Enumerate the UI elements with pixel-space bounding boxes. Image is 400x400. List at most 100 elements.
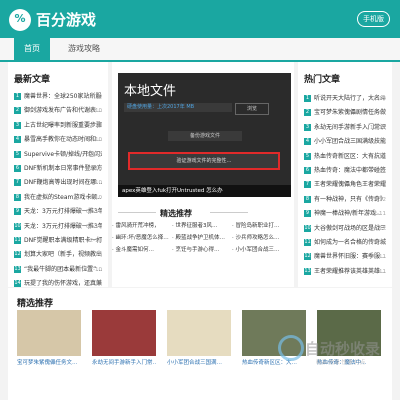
site-header: % 百分游戏 手机版 [0,0,400,38]
article-date: 12-11 [370,239,386,246]
article-date: 12-11 [370,167,386,174]
article-date: 02-10 [86,137,102,144]
rank-badge: 6 [14,164,21,172]
article-date: 02-10 [86,94,102,100]
article-item[interactable]: 5热血传奇新区区：大有抗道原…12-11 [304,150,386,164]
article-item[interactable]: 13 “我最牛脚的团本最新位置”… 02-10 [14,263,102,277]
recommend-link[interactable]: · 烹饪与手游心得… [172,245,232,253]
article-item[interactable]: 10 大谷傲剑可战场的区是战三… 12-12 [304,222,386,236]
card-thumbnail[interactable] [167,310,231,356]
featured-screenshot[interactable]: 本地文件 硬盘使用量：上次2017年 MB 浏览 备份游戏文件 验证游戏文件的完… [118,73,291,197]
card-thumbnail[interactable] [92,310,156,356]
article-item[interactable]: 6 DNF新机制本日常事件登录方… 02-10 [14,162,102,176]
article-date: 12-11 [370,182,386,189]
rank-badge: 9 [14,208,21,216]
rank-badge: 4 [304,138,311,146]
article-item[interactable]: 4 暴雪高手教你在动态时间和… 02-10 [14,133,102,147]
mobile-version-button[interactable]: 手机版 [357,11,390,27]
article-item[interactable]: 5Supervive卡顿/掉线/开包闪退…02-10 [14,148,102,162]
article-date: 12-11 [370,211,386,218]
article-item[interactable]: 8 有一种战神，只有《传奇》… 12-12 [304,193,386,207]
article-item[interactable]: 12 魔兽世界怀旧服：赛季服… 12-11 [304,250,386,264]
tab-home[interactable]: 首页 [14,38,50,60]
site-logo[interactable]: % [9,9,31,31]
recommend-link[interactable]: · 幽环:坏/恶魔怎么择… [112,233,172,241]
article-item[interactable]: 11 DNF觉醒职本满级精职卡一打… 02-10 [14,234,102,248]
card-caption[interactable]: 宝可梦朱紫傀儡任务文… [17,358,81,366]
recommend-link[interactable]: · 殿蓝战争护卫机体… [172,233,232,241]
article-date: 12-11 [370,268,386,275]
article-item[interactable]: 10 天龙：3万元打排爆破一推3年… 02-10 [14,220,102,234]
rank-badge: 10 [304,224,311,232]
recommend-link[interactable]: · 金斗魔需如何… [112,245,172,253]
watermark-text: 自动秒收录 [305,340,381,358]
rank-badge: 8 [304,195,311,203]
article-item[interactable]: 2 宝可梦朱紫傀儡剧情任务做… 12-11 [304,106,386,120]
hot-articles-panel: 热门文章 1听说开天大陆行了，大名斗公…12-122宝可梦朱紫傀儡剧情任务做…1… [298,62,392,287]
screenshot-window-title: 本地文件 [124,84,177,99]
article-date: 02-10 [86,122,102,129]
recommend-card[interactable]: 小小军团合战三国满… [167,310,231,370]
recommend-link[interactable]: · 沙兵师攻略怎么… [232,233,292,241]
card-thumbnail[interactable] [17,310,81,356]
rank-badge: 3 [304,123,311,131]
article-item[interactable]: 7 DNF鞭炮高等出现时间在哪… 02-10 [14,176,102,190]
divider [118,212,156,213]
article-date: 02-10 [86,223,102,230]
rank-badge: 9 [304,210,311,218]
article-date: 02-10 [86,194,102,201]
article-item[interactable]: 11 如何成为一名合格的传奇城… 12-11 [304,236,386,250]
recommend-link[interactable]: · 雷风骑开荒冲榜， [112,221,172,229]
rank-badge: 7 [304,181,311,189]
recommend-link[interactable]: · 世界征服者3风… [172,221,232,229]
rank-badge: 8 [14,193,21,201]
article-date: 12-12 [370,225,386,232]
article-item[interactable]: 8 我在虚拟的Steam游戏卡顿… 02-10 [14,191,102,205]
article-item[interactable]: 3 上古世纪曝率到新服重要步骤… 02-10 [14,119,102,133]
screenshot-browse-button: 浏览 [235,103,269,115]
article-item[interactable]: 13 王者荣耀推荐该英雄英雄… 12-11 [304,265,386,279]
article-item[interactable]: 7 王者荣耀傀儡角色王者荣耀… 12-11 [304,178,386,192]
recommend-card[interactable]: 宝可梦朱紫傀儡任务文… [17,310,81,370]
latest-articles-title: 最新文章 [14,75,51,85]
main-nav: 首页 游戏攻略 [0,38,400,62]
article-date: 02-10 [86,237,102,244]
card-caption[interactable]: 永劫无间手游新手入门常… [92,358,156,366]
card-caption[interactable]: 小小军团合战三国满… [167,358,231,366]
site-name[interactable]: 百分游戏 [36,9,96,30]
article-date: 12-11 [370,254,386,261]
latest-articles-list: 1 魔兽世界：全球250家站所服务 02-10 2 御剑游戏发布广告和代谢表… 02-10… [14,90,102,306]
article-item[interactable]: 1听说开天大陆行了，大名斗公…12-12 [304,92,386,106]
article-date: 02-10 [86,165,102,172]
article-item[interactable]: 6 热血传奇：魔法中都带碰签… 12-11 [304,164,386,178]
article-item[interactable]: 3 永劫无间手游新手入门常识… 12-11 [304,121,386,135]
article-item[interactable]: 9 天龙：3万元打排爆破一推3年… 02-10 [14,205,102,219]
article-date: 12-12 [370,196,386,203]
article-item[interactable]: 4 小小军团合战三国满级技能… 12-11 [304,135,386,149]
watermark-subtext: 精品·收录·快速·打点 [316,360,366,366]
article-date: 12-11 [370,124,386,131]
rank-badge: 13 [304,267,311,275]
article-date: 02-10 [86,209,102,216]
article-date: 12-11 [370,153,386,160]
article-date: 02-10 [86,180,102,187]
article-date: 02-10 [86,266,102,273]
recommend-card[interactable]: 永劫无间手游新手入门常… [92,310,156,370]
rank-badge: 11 [14,236,21,244]
recommend-link[interactable]: · 冒险岛新职业打… [232,221,292,229]
tab-game-guides[interactable]: 游戏攻略 [58,38,110,60]
article-item[interactable]: 2 御剑游戏发布广告和代谢表… 02-10 [14,104,102,118]
rank-badge: 2 [14,107,21,115]
recommend-title: 精选推荐 [160,209,192,218]
rank-badge: 5 [14,150,21,158]
article-date: 02-10 [86,108,102,115]
article-item[interactable]: 1 魔兽世界：全球250家站所服务 02-10 [14,90,102,104]
article-item[interactable]: 12 划算大家吧（新手，视频教出… 02-10 [14,248,102,262]
rank-badge: 14 [14,280,21,288]
article-item[interactable]: 9 神魔一棒战神/新年游戏… 12-11 [304,207,386,221]
recommend-link[interactable]: · 小小军团合战三… [232,245,292,253]
featured-caption[interactable]: apex英雄登入fuk打开Untrusted 怎么办 [118,185,291,197]
rank-badge: 10 [14,222,21,230]
section-title: 精选推荐 [17,299,54,309]
rank-badge: 2 [304,109,311,117]
